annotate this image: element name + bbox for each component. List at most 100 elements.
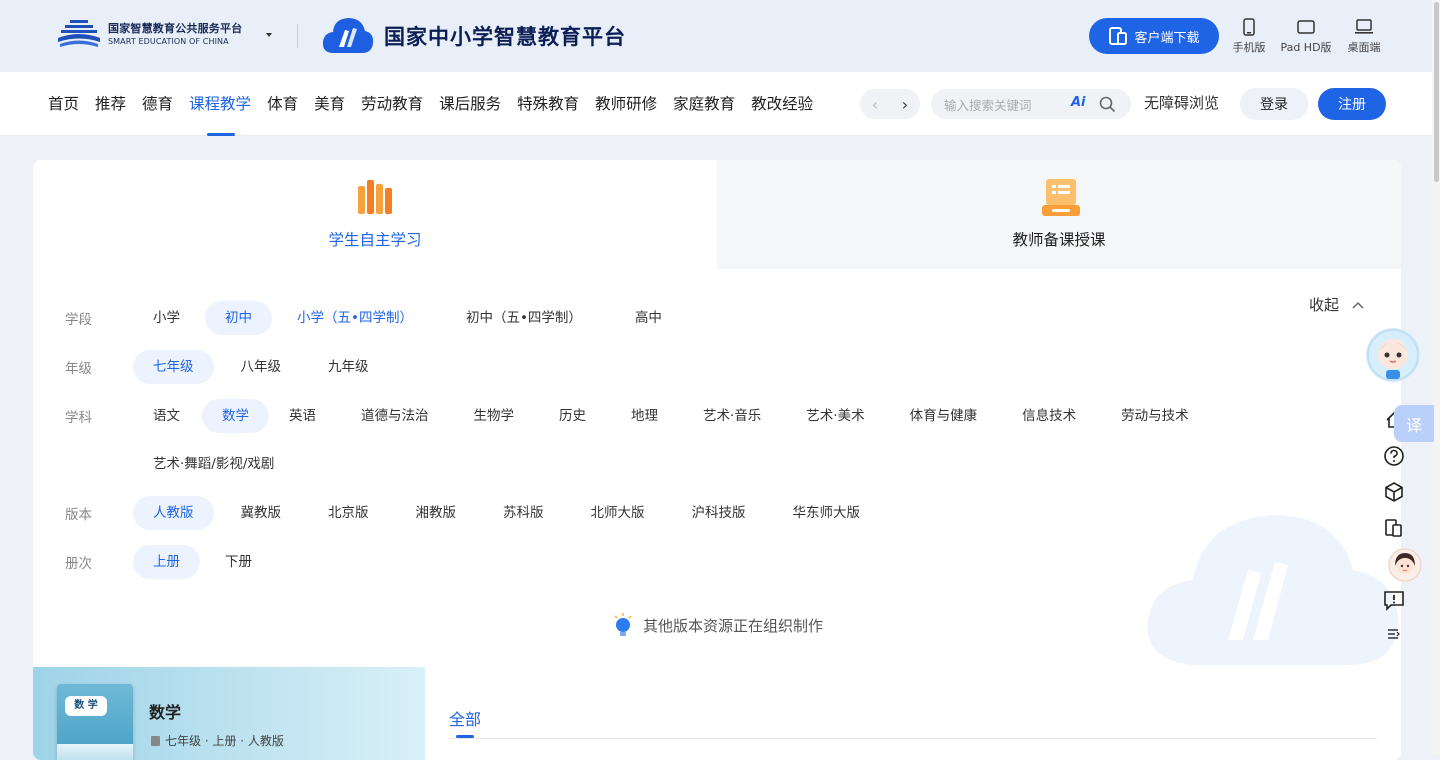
filter-option[interactable]: 艺术·美术 bbox=[786, 399, 884, 433]
filter-label-stage: 学段 bbox=[65, 312, 92, 328]
download-client-button[interactable]: 客户端下载 bbox=[1089, 18, 1219, 54]
filter-option[interactable]: 沪科技版 bbox=[672, 496, 766, 530]
tab-all[interactable]: 全部 bbox=[449, 706, 481, 730]
top-header: 国家智慧教育公共服务平台 SMART EDUCATION OF CHINA 国家… bbox=[0, 0, 1432, 72]
download-client-label: 客户端下载 bbox=[1134, 30, 1200, 46]
filter-option[interactable]: 艺术·音乐 bbox=[683, 399, 781, 433]
filter-option[interactable]: 体育与健康 bbox=[890, 399, 998, 433]
nav-item-labor[interactable]: 劳动教育 bbox=[361, 72, 423, 136]
laptop-icon bbox=[1355, 19, 1373, 34]
filter-option[interactable]: 湘教版 bbox=[396, 496, 477, 530]
menu-collapse-icon bbox=[1388, 629, 1400, 639]
brand-cloud-icon bbox=[322, 18, 374, 53]
chevron-right-icon[interactable]: › bbox=[902, 95, 908, 114]
ai-search-icon[interactable]: Ai bbox=[1071, 95, 1086, 110]
devices-icon bbox=[1385, 519, 1402, 537]
resource-notice: 其他版本资源正在组织制作 bbox=[33, 612, 1401, 638]
filter-option[interactable]: 语文 bbox=[133, 399, 200, 433]
agent-avatar[interactable] bbox=[1388, 548, 1422, 582]
feedback-icon bbox=[1384, 591, 1404, 611]
search-icon[interactable] bbox=[1099, 96, 1116, 113]
nav-item-recommend[interactable]: 推荐 bbox=[95, 72, 126, 136]
search-input[interactable]: 输入搜索关键词 bbox=[944, 95, 1032, 114]
filter-option-selected[interactable]: 上册 bbox=[133, 545, 200, 579]
help-tool[interactable] bbox=[1380, 442, 1408, 470]
mascot-icon bbox=[1367, 329, 1419, 381]
lectern-icon bbox=[1042, 179, 1080, 216]
filter-option[interactable]: 北京版 bbox=[308, 496, 389, 530]
collapse-filters-button[interactable]: 收起 bbox=[1309, 294, 1365, 315]
menu-tool[interactable] bbox=[1380, 620, 1408, 648]
filter-option-selected[interactable]: 七年级 bbox=[133, 350, 214, 384]
scrollbar-thumb[interactable] bbox=[1434, 2, 1439, 182]
filter-option[interactable]: 下册 bbox=[205, 545, 272, 579]
book-icon bbox=[151, 736, 160, 746]
filter-row-subject: 学科 语文 数学 英语 道德与法治 生物学 历史 地理 艺术·音乐 艺术·美术 … bbox=[65, 399, 1214, 433]
filter-option-selected[interactable]: 人教版 bbox=[133, 496, 214, 530]
filter-option[interactable]: 高中 bbox=[615, 301, 682, 335]
brand-logo[interactable]: 国家中小学智慧教育平台 bbox=[320, 13, 626, 59]
nav-item-teacher-training[interactable]: 教师研修 bbox=[595, 72, 657, 136]
filter-option[interactable]: 英语 bbox=[269, 399, 336, 433]
filter-option[interactable]: 九年级 bbox=[308, 350, 389, 384]
nav-item-moral[interactable]: 德育 bbox=[142, 72, 173, 136]
org-name-en: SMART EDUCATION OF CHINA bbox=[108, 36, 229, 46]
filter-option[interactable]: 小学（五•四学制） bbox=[277, 301, 433, 335]
filter-row-edition: 版本 人教版 冀教版 北京版 湘教版 苏科版 北师大版 沪科技版 华东师大版 bbox=[65, 496, 885, 530]
device-desktop[interactable]: 桌面端 bbox=[1334, 18, 1394, 55]
nav-item-reform[interactable]: 教改经验 bbox=[751, 72, 813, 136]
cube-tool[interactable] bbox=[1380, 478, 1408, 506]
filter-option[interactable]: 冀教版 bbox=[221, 496, 302, 530]
filter-option[interactable]: 历史 bbox=[539, 399, 606, 433]
books-icon bbox=[358, 180, 392, 214]
nav-item-arts[interactable]: 美育 bbox=[314, 72, 345, 136]
filter-option[interactable]: 苏科版 bbox=[483, 496, 564, 530]
tab-divider bbox=[449, 738, 1377, 739]
filter-row-stage: 学段 小学 初中 小学（五•四学制） 初中（五•四学制） 高中 bbox=[65, 301, 687, 335]
nav-item-after-school[interactable]: 课后服务 bbox=[439, 72, 501, 136]
resource-notice-text: 其他版本资源正在组织制作 bbox=[642, 616, 823, 635]
filter-option[interactable]: 地理 bbox=[611, 399, 678, 433]
filter-option[interactable]: 北师大版 bbox=[571, 496, 665, 530]
filter-option[interactable]: 信息技术 bbox=[1002, 399, 1096, 433]
device-mobile[interactable]: 手机版 bbox=[1219, 18, 1279, 55]
tab-teacher-prep[interactable]: 教师备课授课 bbox=[717, 160, 1401, 269]
nav-item-home[interactable]: 首页 bbox=[48, 72, 79, 136]
chevron-down-icon[interactable] bbox=[266, 33, 272, 37]
filter-option-selected[interactable]: 初中 bbox=[205, 301, 272, 335]
filter-row-volume: 册次 上册 下册 bbox=[65, 545, 277, 579]
assistant-mascot[interactable] bbox=[1366, 328, 1420, 382]
filter-option[interactable]: 艺术·舞蹈/影视/戏剧 bbox=[133, 447, 294, 481]
org-logo[interactable]: 国家智慧教育公共服务平台 SMART EDUCATION OF CHINA bbox=[56, 18, 242, 52]
cover-landscape bbox=[57, 744, 133, 760]
register-button[interactable]: 注册 bbox=[1318, 88, 1386, 120]
filter-option[interactable]: 生物学 bbox=[454, 399, 535, 433]
translate-button[interactable]: 译 bbox=[1394, 405, 1434, 442]
textbook-title: 数学 bbox=[149, 703, 182, 722]
nav-item-special-ed[interactable]: 特殊教育 bbox=[517, 72, 579, 136]
tab-student-self-study[interactable]: 学生自主学习 bbox=[33, 160, 717, 269]
search-box[interactable]: 输入搜索关键词 Ai bbox=[931, 89, 1131, 119]
filter-option-selected[interactable]: 数学 bbox=[202, 399, 269, 433]
textbook-cover: 数 学 bbox=[57, 684, 133, 760]
chevron-left-icon[interactable]: ‹ bbox=[872, 95, 878, 114]
feedback-tool[interactable] bbox=[1380, 586, 1408, 614]
filter-option[interactable]: 八年级 bbox=[221, 350, 302, 384]
filter-option[interactable]: 道德与法治 bbox=[341, 399, 449, 433]
collapse-label: 收起 bbox=[1309, 296, 1340, 314]
login-button[interactable]: 登录 bbox=[1240, 88, 1308, 120]
device-pad[interactable]: Pad HD版 bbox=[1276, 18, 1336, 55]
devices-tool[interactable] bbox=[1380, 514, 1408, 542]
filter-option[interactable]: 小学 bbox=[133, 301, 200, 335]
accessibility-link[interactable]: 无障碍浏览 bbox=[1144, 92, 1219, 113]
filter-option[interactable]: 华东师大版 bbox=[773, 496, 881, 530]
nav-item-curriculum[interactable]: 课程教学 bbox=[189, 72, 251, 136]
nav-item-pe[interactable]: 体育 bbox=[267, 72, 298, 136]
filter-option[interactable]: 劳动与技术 bbox=[1101, 399, 1209, 433]
tablet-icon bbox=[1297, 20, 1315, 34]
divider bbox=[297, 24, 298, 48]
filter-row-subject-more: 艺术·舞蹈/影视/戏剧 bbox=[65, 447, 299, 481]
filter-option[interactable]: 初中（五•四学制） bbox=[446, 301, 602, 335]
nav-item-family-ed[interactable]: 家庭教育 bbox=[673, 72, 735, 136]
textbook-card[interactable]: 数 学 数学 七年级 · 上册 · 人教版 bbox=[33, 667, 425, 760]
